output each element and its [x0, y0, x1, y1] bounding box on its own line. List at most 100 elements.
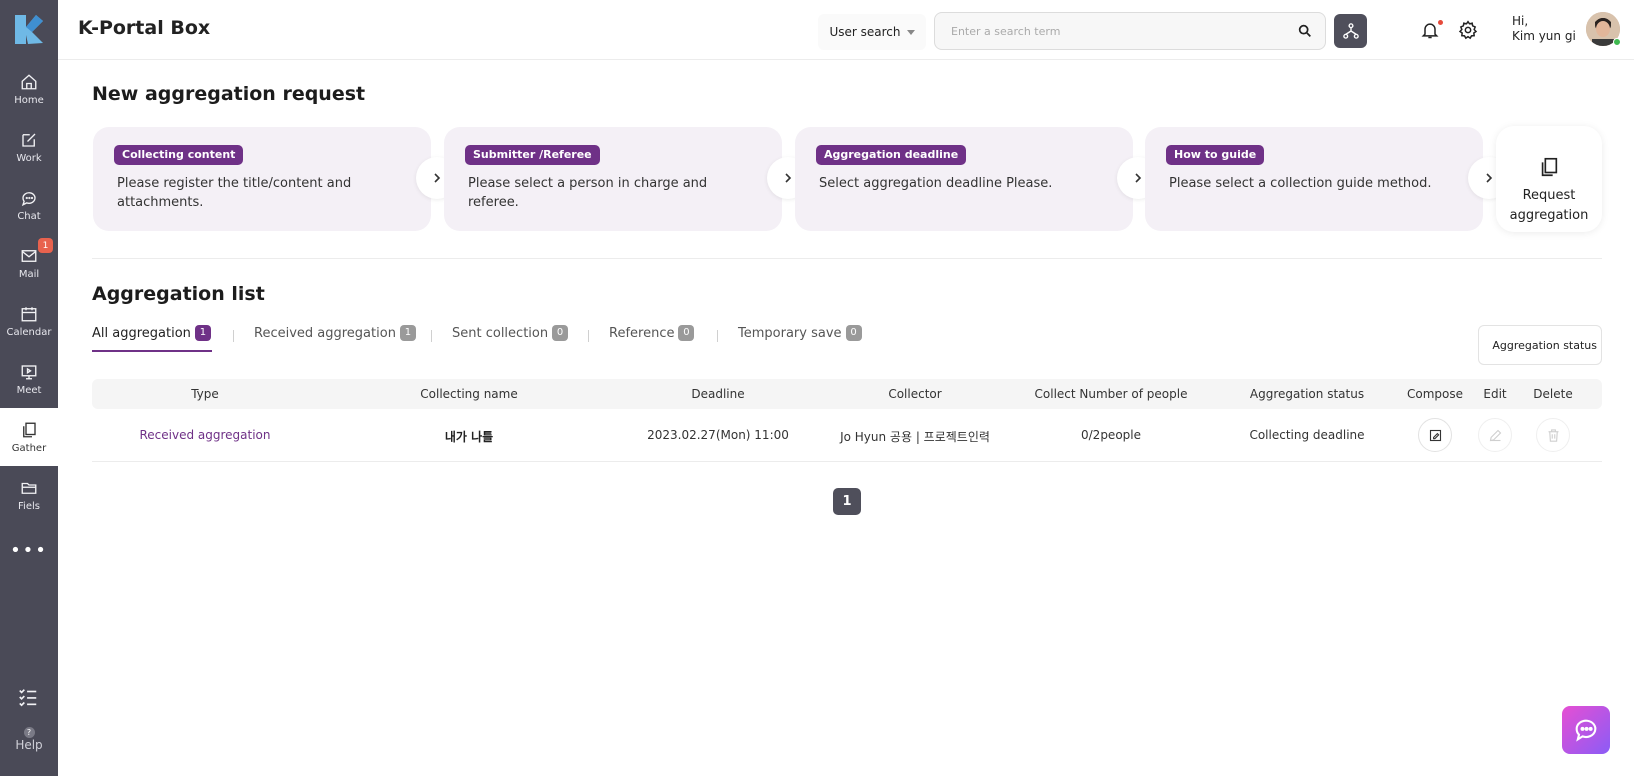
tab-reference[interactable]: Reference 0 — [609, 325, 695, 341]
request-button-label-2: aggregation — [1509, 208, 1589, 223]
sidebar-item-label: Chat — [17, 210, 41, 222]
section-divider — [92, 258, 1602, 259]
sidebar-item-chat[interactable]: Chat — [0, 176, 58, 234]
greeting-hi: Hi, — [1512, 14, 1529, 28]
folder-icon — [21, 482, 37, 494]
column-header: Delete — [1533, 387, 1573, 401]
chevron-right-icon — [1486, 173, 1493, 183]
sidebar-item-meet[interactable]: Meet — [0, 350, 58, 408]
step-description: Please select a collection guide method. — [1169, 176, 1432, 191]
tab-received-aggregation[interactable]: Received aggregation 1 — [254, 325, 416, 341]
aggregation-status-filter[interactable]: Aggregation status — [1478, 325, 1602, 365]
calendar-icon — [21, 306, 37, 321]
chevron-right-icon — [785, 173, 792, 183]
pencil-icon — [1489, 429, 1501, 441]
app-title: K-Portal Box — [78, 17, 211, 39]
row-people-count: 0/2people — [1081, 428, 1141, 442]
sidebar-item-label: Gather — [11, 442, 47, 454]
row-deadline: 2023.02.27(Mon) 11:00 — [647, 428, 789, 442]
tab-all-aggregation[interactable]: All aggregation 1 — [92, 325, 211, 341]
sidebar-item-calendar[interactable]: Calendar — [0, 292, 58, 350]
tab-count-badge: 1 — [399, 325, 416, 341]
row-type-link[interactable]: Received aggregation — [139, 428, 270, 442]
sidebar-item-home[interactable]: Home — [0, 60, 58, 118]
tab-count-badge: 0 — [678, 325, 695, 341]
tab-separator — [588, 330, 589, 342]
help-button[interactable]: ? Help — [0, 724, 58, 752]
pagination-page-button[interactable]: 1 — [833, 488, 861, 515]
help-label: Help — [15, 738, 43, 752]
step-card-aggregation-deadline[interactable]: Aggregation deadline Select aggregation … — [795, 127, 1133, 231]
step-card-collecting-content[interactable]: Collecting content Please register the t… — [93, 127, 431, 231]
column-header: Aggregation status — [1249, 387, 1365, 401]
request-button-label-1: Request — [1522, 188, 1576, 203]
sidebar-item-work[interactable]: Work — [0, 118, 58, 176]
checklist-icon[interactable] — [17, 686, 39, 708]
step-card-how-to-guide[interactable]: How to guide Please select a collection … — [1145, 127, 1483, 231]
sidebar-item-files[interactable]: Fiels — [0, 466, 58, 524]
tab-count-badge: 1 — [194, 325, 211, 341]
column-header: Compose — [1406, 387, 1464, 401]
chat-bubble-icon — [1575, 719, 1597, 742]
bell-icon[interactable] — [1420, 20, 1440, 40]
tab-sent-collection[interactable]: Sent collection 0 — [452, 325, 569, 341]
sidebar: Home Work Chat Mail 1 Calendar Meet Gath… — [0, 0, 58, 776]
mail-icon — [21, 249, 37, 262]
column-header: Collector — [888, 387, 942, 401]
delete-button[interactable] — [1536, 418, 1570, 452]
sidebar-item-gather[interactable]: Gather — [0, 408, 58, 466]
org-chart-icon — [1342, 23, 1359, 39]
trash-icon — [1548, 428, 1558, 442]
user-greeting: Hi, Kim yun gi — [1512, 14, 1576, 44]
step-tag: Aggregation deadline — [816, 145, 967, 165]
monitor-icon — [21, 364, 37, 379]
tab-label: Temporary save — [738, 325, 842, 341]
notification-dot — [1438, 20, 1443, 25]
chevron-right-icon — [434, 173, 441, 183]
help-question-icon: ? — [23, 727, 35, 738]
request-aggregation-button[interactable]: Request aggregation — [1496, 126, 1602, 232]
request-section-title: New aggregation request — [92, 83, 366, 105]
table-row[interactable]: Received aggregation 내가 나틀 2023.02.27(Mo… — [92, 410, 1602, 462]
search-box — [934, 12, 1326, 50]
row-collector: Jo Hyun 공용 | 프로젝트인력 — [840, 430, 990, 444]
sidebar-item-mail[interactable]: Mail 1 — [0, 234, 58, 292]
sidebar-item-label: Mail — [18, 268, 40, 280]
search-scope-dropdown[interactable]: User search — [818, 14, 926, 50]
sidebar-item-label: Calendar — [6, 326, 52, 338]
gear-icon[interactable] — [1458, 20, 1478, 40]
tab-temporary-save[interactable]: Temporary save 0 — [738, 325, 862, 341]
column-header: Collecting name — [420, 387, 518, 401]
user-name: Kim yun gi — [1512, 29, 1576, 43]
k-portal-logo[interactable] — [12, 13, 45, 46]
column-header: Deadline — [691, 387, 745, 401]
org-chart-button[interactable] — [1334, 14, 1367, 48]
search-input[interactable] — [935, 13, 1275, 49]
caret-down-icon — [906, 29, 915, 35]
row-status: Collecting deadline — [1249, 428, 1365, 442]
step-card-submitter-referee[interactable]: Submitter /Referee Please select a perso… — [444, 127, 782, 231]
tab-label: All aggregation — [92, 325, 191, 341]
compose-button[interactable] — [1418, 418, 1452, 452]
step-tag: Collecting content — [114, 145, 244, 165]
step-tag: Submitter /Referee — [465, 145, 600, 165]
home-icon — [21, 73, 37, 89]
edit-button[interactable] — [1478, 418, 1512, 452]
more-menu-icon[interactable]: ••• — [0, 540, 58, 561]
row-collecting-name[interactable]: 내가 나틀 — [445, 428, 493, 445]
tab-count-badge: 0 — [845, 325, 862, 341]
step-description: Please register the title/content and at… — [117, 176, 352, 210]
sidebar-item-label: Meet — [16, 384, 42, 396]
search-icon[interactable] — [1297, 23, 1313, 39]
tab-label: Reference — [609, 325, 675, 341]
chatbot-button[interactable] — [1562, 706, 1610, 754]
tab-separator — [233, 330, 234, 342]
edit-square-icon — [22, 133, 36, 147]
tab-separator — [431, 330, 432, 342]
step-description: Please select a person in charge and ref… — [468, 176, 708, 210]
step-description: Select aggregation deadline Please. — [819, 176, 1053, 191]
tab-label: Received aggregation — [254, 325, 396, 341]
chevron-right-icon — [1135, 173, 1142, 183]
chat-bubble-icon — [21, 191, 36, 206]
sidebar-item-label: Fiels — [18, 500, 40, 512]
